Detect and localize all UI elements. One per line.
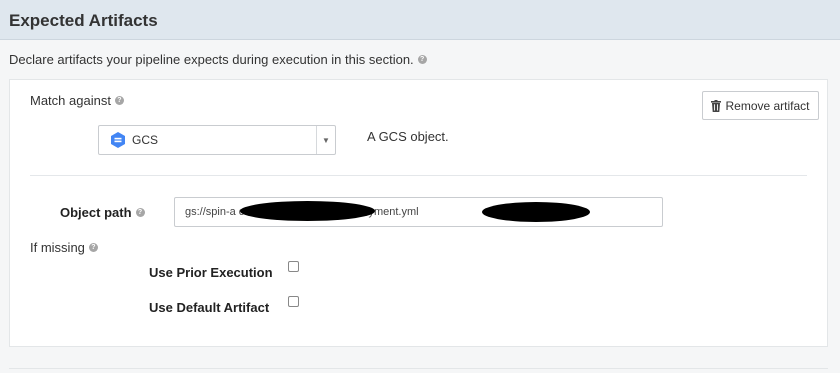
redaction-mark [240,201,375,221]
redaction-mark [482,202,590,222]
artifact-card: Match against ? Remove artifact GCS ▼ A … [9,79,828,347]
chevron-down-icon[interactable]: ▼ [316,126,335,154]
section-header: Expected Artifacts [0,0,840,40]
help-icon[interactable]: ? [135,208,145,217]
trash-icon [711,99,722,112]
if-missing-text: If missing [30,240,85,255]
description-text: Declare artifacts your pipeline expects … [9,52,414,67]
section-title: Expected Artifacts [9,11,158,30]
divider [9,368,828,369]
section-description: Declare artifacts your pipeline expects … [9,52,427,67]
artifact-type-help: A GCS object. [367,129,449,144]
use-prior-execution-checkbox[interactable] [288,261,299,272]
use-prior-execution-label: Use Prior Execution [149,265,273,280]
remove-artifact-button[interactable]: Remove artifact [702,91,819,120]
remove-artifact-label: Remove artifact [725,98,810,113]
match-against-label: Match against ? [30,93,124,108]
if-missing-label: If missing ? [30,240,98,255]
object-path-label: Object path ? [60,205,145,220]
artifact-type-select[interactable]: GCS ▼ [98,125,336,155]
help-icon[interactable]: ? [417,55,427,64]
use-default-artifact-label: Use Default Artifact [149,300,270,315]
object-path-text: Object path [60,205,132,220]
gcs-icon [111,132,125,148]
artifact-type-value: GCS [132,133,159,147]
match-against-text: Match against [30,93,111,108]
help-icon[interactable]: ? [114,96,124,105]
use-default-artifact-checkbox[interactable] [288,296,299,307]
divider [30,175,807,176]
help-icon[interactable]: ? [88,243,98,252]
